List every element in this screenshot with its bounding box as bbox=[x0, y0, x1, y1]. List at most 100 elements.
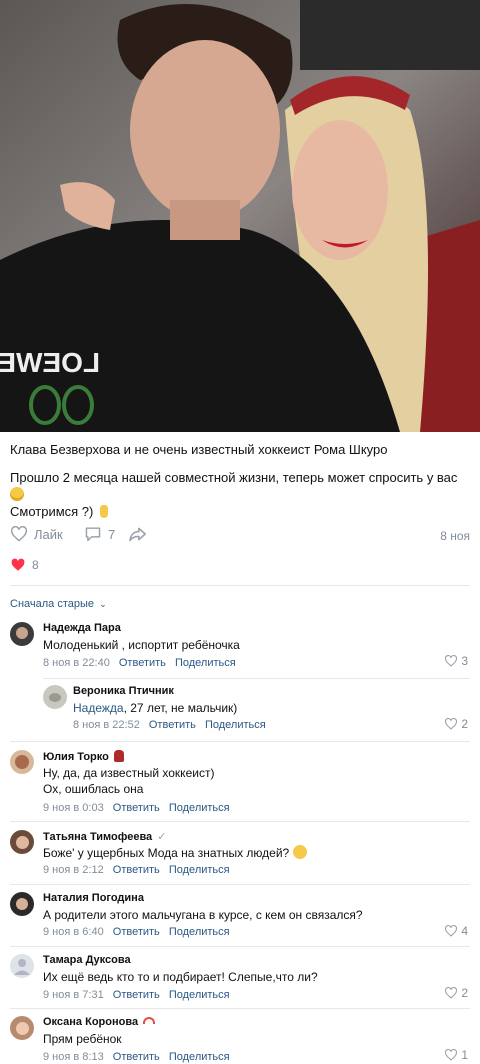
comment-author[interactable]: Наталия Погодина bbox=[43, 892, 144, 904]
dancer-emoji-icon bbox=[113, 750, 124, 762]
share-link[interactable]: Поделиться bbox=[169, 926, 230, 938]
reply-button[interactable]: Ответить bbox=[113, 802, 160, 814]
rainbow-emoji-icon bbox=[143, 1017, 156, 1024]
default-avatar-icon bbox=[14, 959, 30, 975]
reply-to-link[interactable]: Надежда bbox=[73, 701, 124, 715]
avatar[interactable] bbox=[10, 1016, 34, 1040]
share-icon bbox=[129, 527, 147, 542]
comment-date[interactable]: 8 ноя в 22:52 bbox=[73, 719, 140, 731]
comment-date[interactable]: 9 ноя в 7:31 bbox=[43, 989, 104, 1001]
avatar[interactable] bbox=[43, 685, 67, 709]
likes-summary[interactable]: 8 bbox=[10, 558, 39, 572]
comment-like-button[interactable]: 2 bbox=[444, 717, 468, 731]
post-title: Клава Безверхова и не очень известный хо… bbox=[10, 442, 388, 457]
reply-button[interactable]: Ответить bbox=[113, 989, 160, 1001]
divider bbox=[10, 1008, 470, 1009]
share-button[interactable] bbox=[128, 526, 148, 542]
reply-button[interactable]: Ответить bbox=[113, 926, 160, 938]
comment-meta: 9 ноя в 6:40 Ответить Поделиться bbox=[43, 926, 230, 938]
comment-date[interactable]: 9 ноя в 0:03 bbox=[43, 802, 104, 814]
comment-author[interactable]: Юлия Торко bbox=[43, 750, 124, 763]
comment-like-count: 1 bbox=[461, 1048, 468, 1062]
comment-author[interactable]: Тамара Дуксова bbox=[43, 954, 131, 966]
avatar[interactable] bbox=[10, 892, 34, 916]
divider bbox=[10, 741, 470, 742]
post-photo[interactable]: LOEWE bbox=[0, 0, 480, 432]
comment-date[interactable]: 9 ноя в 8:13 bbox=[43, 1051, 104, 1063]
avatar[interactable] bbox=[10, 830, 34, 854]
divider bbox=[10, 884, 470, 885]
comment-text-body: , 27 лет, не мальчик) bbox=[123, 701, 238, 715]
chevron-down-icon: ⌄ bbox=[99, 599, 107, 609]
comment-like-count: 2 bbox=[461, 717, 468, 731]
comment-like-button[interactable]: 4 bbox=[444, 924, 468, 938]
share-link[interactable]: Поделиться bbox=[205, 719, 266, 731]
comment-author[interactable]: Татьяна Тимофеева ✓ bbox=[43, 830, 166, 843]
avatar[interactable] bbox=[10, 622, 34, 646]
comment-text: Прям ребёнок bbox=[43, 1032, 122, 1046]
smirk-emoji-icon bbox=[292, 845, 307, 859]
avatar[interactable] bbox=[10, 954, 34, 978]
comment-icon bbox=[85, 527, 101, 542]
share-link[interactable]: Поделиться bbox=[169, 1051, 230, 1063]
heart-outline-icon bbox=[445, 718, 458, 730]
heart-outline-icon bbox=[445, 1049, 458, 1061]
post-date[interactable]: 8 ноя bbox=[440, 529, 470, 543]
comments-count: 7 bbox=[108, 526, 116, 542]
post-actions: Лайк 7 8 ноя bbox=[10, 526, 470, 548]
comment-text: Боже' у ущербных Мода на знатных людей? bbox=[43, 845, 307, 861]
comment-date[interactable]: 8 ноя в 22:40 bbox=[43, 657, 110, 669]
share-link[interactable]: Поделиться bbox=[175, 657, 236, 669]
comment-text: Их ещё ведь кто то и подбирает! Слепые,ч… bbox=[43, 970, 318, 984]
comment-like-button[interactable]: 1 bbox=[444, 1048, 468, 1062]
pointing-down-emoji-icon bbox=[100, 505, 108, 518]
post-text-line1: Прошло 2 месяца нашей совместной жизни, … bbox=[10, 470, 458, 485]
comment-text: Молоденький , испортит ребёночка bbox=[43, 638, 240, 652]
sort-label: Сначала старые bbox=[10, 598, 95, 610]
comment-meta: 9 ноя в 7:31 Ответить Поделиться bbox=[43, 989, 230, 1001]
share-link[interactable]: Поделиться bbox=[169, 989, 230, 1001]
comment-author-name: Оксана Коронова bbox=[43, 1016, 139, 1028]
share-link[interactable]: Поделиться bbox=[169, 802, 230, 814]
comment-author[interactable]: Надежда Пара bbox=[43, 622, 121, 634]
sweat-smile-emoji-icon bbox=[10, 487, 24, 501]
comment-like-button[interactable]: 3 bbox=[444, 654, 468, 668]
comment-author[interactable]: Вероника Птичник bbox=[73, 685, 174, 697]
post-text-line2: Смотримся ?) bbox=[10, 503, 108, 521]
divider bbox=[10, 946, 470, 947]
heart-outline-icon bbox=[445, 655, 458, 667]
comment-author[interactable]: Оксана Коронова bbox=[43, 1016, 156, 1028]
comment-like-count: 2 bbox=[461, 986, 468, 1000]
comment-text: А родители этого мальчугана в курсе, с к… bbox=[43, 908, 363, 922]
comments-button[interactable]: 7 bbox=[84, 526, 115, 542]
heart-outline-icon bbox=[445, 925, 458, 937]
reply-button[interactable]: Ответить bbox=[149, 719, 196, 731]
avatar[interactable] bbox=[10, 750, 34, 774]
comment-date[interactable]: 9 ноя в 6:40 bbox=[43, 926, 104, 938]
reply-button[interactable]: Ответить bbox=[113, 864, 160, 876]
heart-outline-icon bbox=[445, 987, 458, 999]
divider bbox=[43, 678, 470, 679]
comment-author-name: Татьяна Тимофеева bbox=[43, 831, 153, 843]
heart-outline-icon bbox=[10, 526, 28, 542]
comment-date[interactable]: 9 ноя в 2:12 bbox=[43, 864, 104, 876]
divider bbox=[10, 821, 470, 822]
share-link[interactable]: Поделиться bbox=[169, 864, 230, 876]
comment-like-button[interactable]: 2 bbox=[444, 986, 468, 1000]
comment-meta: 9 ноя в 8:13 Ответить Поделиться bbox=[43, 1051, 230, 1063]
reply-button[interactable]: Ответить bbox=[113, 1051, 160, 1063]
comment-text-body: Боже' у ущербных Мода на знатных людей? bbox=[43, 846, 290, 860]
shirt-logo-text: LOEWE bbox=[0, 347, 100, 378]
post-text-line2-label: Смотримся ?) bbox=[10, 504, 94, 519]
post-emoji-line bbox=[10, 486, 24, 504]
like-button[interactable]: Лайк bbox=[10, 526, 63, 542]
comment-meta: 9 ноя в 2:12 Ответить Поделиться bbox=[43, 864, 230, 876]
verified-check-icon: ✓ bbox=[157, 831, 167, 843]
heart-filled-icon bbox=[11, 558, 25, 571]
sort-dropdown[interactable]: Сначала старые ⌄ bbox=[10, 598, 107, 610]
comment-text-line2: Ох, ошиблась она bbox=[43, 782, 144, 796]
comment-meta: 8 ноя в 22:52 Ответить Поделиться bbox=[73, 719, 266, 731]
reply-button[interactable]: Ответить bbox=[119, 657, 166, 669]
comment-like-count: 3 bbox=[461, 654, 468, 668]
comment-author-name: Юлия Торко bbox=[43, 751, 109, 763]
